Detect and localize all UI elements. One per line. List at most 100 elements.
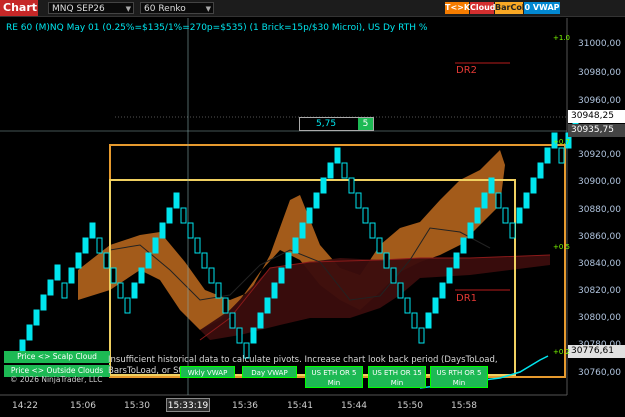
renko-brick (187, 222, 194, 239)
price-tick: 30980,00 (578, 68, 621, 78)
pct-label: +1.0 (553, 34, 570, 42)
renko-brick (439, 282, 446, 299)
renko-brick (313, 192, 320, 209)
renko-brick (537, 162, 544, 179)
renko-brick (299, 222, 306, 239)
us-eth-or-15-button[interactable]: US ETH OR 15 Min (368, 366, 426, 388)
time-tick: 15:58 (451, 401, 477, 411)
renko-brick (96, 237, 103, 254)
renko-brick (355, 192, 362, 209)
dr2-label: DR2 (456, 65, 478, 76)
renko-brick (124, 297, 131, 314)
renko-brick (418, 327, 425, 344)
renko-brick (271, 282, 278, 299)
renko-brick (474, 207, 481, 224)
bottom-price-marker: 30776,61 (568, 345, 625, 358)
renko-brick (117, 282, 124, 299)
renko-brick (320, 177, 327, 194)
renko-brick (194, 237, 201, 254)
renko-brick (460, 237, 467, 254)
weekly-vwap-button[interactable]: Wkly VWAP (180, 366, 235, 378)
renko-brick (82, 237, 89, 254)
renko-brick (348, 177, 355, 194)
measure-box: 5,75 5 (299, 117, 374, 131)
renko-brick (523, 192, 530, 209)
renko-brick (250, 327, 257, 344)
day-vwap-button[interactable]: Day VWAP (242, 366, 297, 378)
us-rth-or-5-button[interactable]: US RTH OR 5 Min (430, 366, 488, 388)
renko-brick (222, 297, 229, 314)
renko-brick (180, 207, 187, 224)
pct-label: +0.2 (553, 348, 570, 356)
renko-brick (152, 237, 159, 254)
price-tick: 30880,00 (578, 205, 621, 215)
measure-value: 5,75 (316, 119, 337, 129)
renko-brick (544, 147, 551, 164)
price-tick: 30840,00 (578, 259, 621, 269)
time-tick: 15:44 (341, 401, 367, 411)
last-price-marker: 30948,25 (568, 110, 625, 123)
renko-brick (33, 309, 40, 326)
renko-brick (488, 177, 495, 194)
renko-brick (397, 282, 404, 299)
price-tick: 30920,00 (578, 150, 621, 160)
renko-brick (530, 177, 537, 194)
renko-brick (341, 162, 348, 179)
renko-brick (131, 282, 138, 299)
renko-brick (61, 282, 68, 299)
renko-brick (166, 207, 173, 224)
renko-brick (502, 207, 509, 224)
renko-brick (159, 222, 166, 239)
chart-title: RE 60 (M)NQ May 01 (0.25%=$135/1%=270p=$… (6, 23, 428, 33)
copyright-text: © 2026 NinjaTrader, LLC (10, 375, 103, 384)
renko-brick (145, 252, 152, 269)
renko-brick (411, 312, 418, 329)
renko-brick (47, 279, 54, 296)
measure-count: 5 (358, 118, 373, 130)
renko-brick (54, 264, 61, 281)
renko-brick (285, 252, 292, 269)
time-tick: 15:36 (232, 401, 258, 411)
renko-brick (425, 312, 432, 329)
renko-brick (558, 147, 565, 164)
time-tick: 14:22 (12, 401, 38, 411)
scalp-cloud-button[interactable]: Price <> Scalp Cloud (4, 351, 110, 363)
renko-brick (229, 312, 236, 329)
time-tick: 15:30 (124, 401, 150, 411)
renko-brick (516, 207, 523, 224)
renko-brick (481, 192, 488, 209)
renko-brick (432, 297, 439, 314)
renko-brick (453, 252, 460, 269)
dr1-label: DR1 (456, 293, 478, 304)
renko-brick (495, 192, 502, 209)
renko-brick (208, 267, 215, 284)
renko-brick (40, 294, 47, 311)
price-tick: 30900,00 (578, 177, 621, 187)
renko-brick (306, 207, 313, 224)
price-tick: 30960,00 (578, 96, 621, 106)
dark-cloud (200, 255, 550, 340)
renko-brick (383, 252, 390, 269)
renko-brick (369, 222, 376, 239)
renko-brick (138, 267, 145, 284)
time-tick: 15:50 (397, 401, 423, 411)
renko-brick (390, 267, 397, 284)
renko-brick (110, 267, 117, 284)
renko-brick (264, 297, 271, 314)
renko-brick (404, 297, 411, 314)
time-tick: 15:41 (287, 401, 313, 411)
price-tick: 30860,00 (578, 232, 621, 242)
cursor-price-marker: 30935,75 (568, 124, 625, 137)
renko-brick (103, 252, 110, 269)
renko-brick (236, 327, 243, 344)
price-tick: 30820,00 (578, 286, 621, 296)
renko-brick (215, 282, 222, 299)
renko-brick (376, 237, 383, 254)
renko-brick (257, 312, 264, 329)
renko-brick (89, 222, 96, 239)
renko-brick (327, 162, 334, 179)
price-tick: 30800,00 (578, 313, 621, 323)
us-eth-or-5-button[interactable]: US ETH OR 5 Min (305, 366, 363, 388)
renko-brick (201, 252, 208, 269)
renko-brick (75, 252, 82, 269)
